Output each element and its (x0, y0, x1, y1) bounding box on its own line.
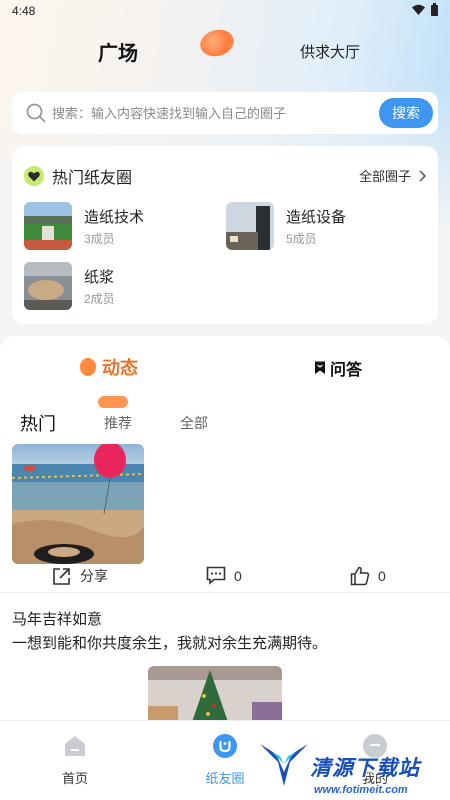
like-button[interactable]: 0 (350, 566, 386, 586)
post-image[interactable] (12, 444, 144, 564)
watermark-emblem (260, 744, 308, 786)
tab-indicator (98, 396, 128, 408)
circle-members: 3成员 (84, 232, 115, 246)
circle-thumbnail (24, 262, 72, 310)
tab-plaza[interactable]: 广场 (98, 37, 138, 66)
post-image[interactable] (148, 666, 282, 726)
nav-home[interactable]: 首页 (35, 733, 115, 787)
battery-icon (431, 3, 438, 16)
circle-name: 造纸技术 (84, 209, 145, 226)
post-actions: 分享 0 0 (0, 562, 450, 592)
comment-count: 0 (234, 567, 242, 584)
hot-circles-header: 热门纸友圈 (24, 164, 132, 188)
paper-circle-icon (213, 734, 237, 758)
tab-qa[interactable]: 问答 (314, 356, 362, 380)
tab-qa-label: 问答 (330, 362, 363, 379)
circle-name: 纸浆 (84, 269, 115, 286)
home-icon (65, 736, 85, 756)
circle-item-papermaking-equipment[interactable]: 造纸设备 5成员 (226, 202, 426, 252)
nav-paper-circle-label: 纸友圈 (205, 771, 245, 786)
status-time: 4:48 (12, 4, 36, 18)
tab-indicator (197, 26, 237, 60)
share-label: 分享 (80, 568, 108, 584)
nav-paper-circle[interactable]: 纸友圈 (185, 733, 265, 787)
circle-item-papermaking-tech[interactable]: 造纸技术 3成员 (24, 202, 224, 252)
chevron-right-icon (419, 169, 426, 182)
wifi-icon (412, 4, 425, 15)
watermark-logo: 清源下载站 www.fotimeit.com (258, 738, 438, 800)
hot-circles-title: 热门纸友圈 (52, 170, 133, 187)
circle-name: 造纸设备 (286, 209, 347, 226)
status-icons (412, 3, 438, 16)
share-button[interactable]: 分享 (52, 566, 108, 586)
watermark-text: 清源下载站 (310, 757, 420, 780)
sub-tab-label: 热门 (20, 414, 56, 434)
search-bar: 搜索 (12, 92, 438, 134)
search-icon (26, 103, 46, 123)
divider (0, 592, 450, 593)
circle-members: 5成员 (286, 232, 317, 246)
watermark-url: www.fotimeit.com (314, 784, 408, 796)
sub-tab-hot[interactable]: 热门 (20, 410, 56, 438)
flame-icon (80, 358, 96, 376)
tab-dynamic-label: 动态 (102, 358, 138, 378)
status-bar: 4:48 (0, 0, 450, 22)
circle-item-pulp[interactable]: 纸浆 2成员 (24, 262, 224, 312)
heart-icon (24, 166, 44, 186)
search-button[interactable]: 搜索 (379, 98, 433, 128)
circle-members: 2成员 (84, 292, 115, 306)
all-circles-link[interactable]: 全部圈子 (359, 166, 426, 185)
sub-tab-label: 推荐 (104, 415, 132, 431)
search-input[interactable] (52, 102, 372, 124)
thumbs-up-icon (350, 566, 370, 586)
sub-tab-all[interactable]: 全部 (180, 413, 208, 433)
circle-thumbnail (226, 202, 274, 250)
bookmark-icon (315, 361, 325, 374)
sub-tab-recommended[interactable]: 推荐 (104, 413, 132, 433)
page-header: 广场 供求大厅 (0, 22, 450, 78)
feed-sub-tabs: 热门 推荐 全部 (20, 410, 256, 438)
circle-thumbnail (24, 202, 72, 250)
nav-home-label: 首页 (61, 771, 88, 786)
all-circles-label: 全部圈子 (358, 169, 411, 184)
post-title: 马年吉祥如意 (12, 611, 103, 628)
like-count: 0 (378, 568, 386, 584)
share-icon (53, 568, 70, 585)
post-text: 一想到能和你共度余生，我就对余生充满期待。 (12, 635, 328, 652)
hot-circles-card: 热门纸友圈 全部圈子 造纸技术 3成员 造纸设备 5成员 纸浆 2成员 (12, 146, 438, 324)
comment-icon (206, 566, 226, 585)
sub-tab-label: 全部 (180, 415, 208, 431)
tab-supply-hall[interactable]: 供求大厅 (300, 41, 360, 62)
comment-button[interactable]: 0 (206, 566, 242, 585)
